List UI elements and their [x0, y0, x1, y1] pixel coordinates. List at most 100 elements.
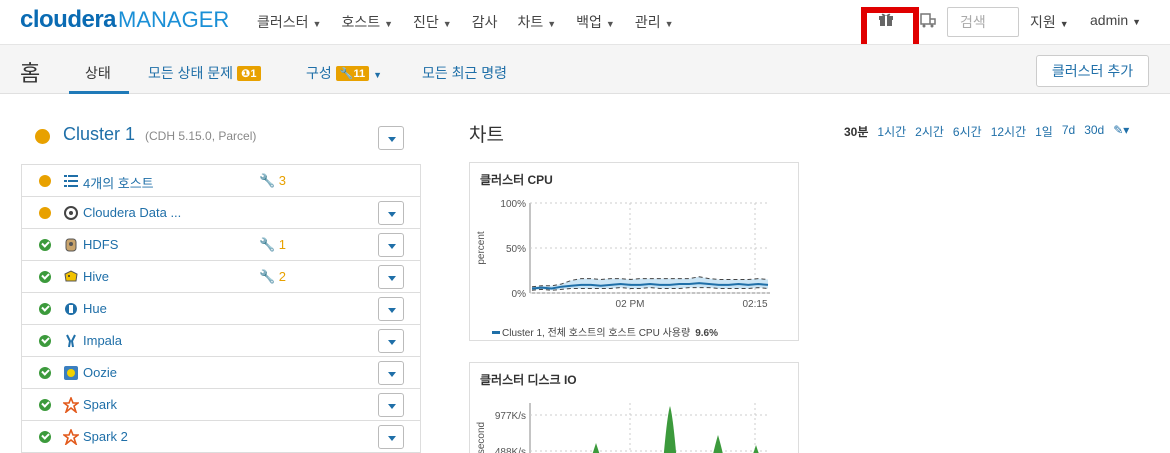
- legend-swatch: [492, 331, 500, 334]
- status-warning-icon: [39, 207, 51, 219]
- menu-label: 백업: [576, 14, 602, 30]
- badge-count: 1: [250, 68, 257, 80]
- service-actions-dropdown[interactable]: [378, 265, 404, 289]
- add-cluster-button[interactable]: 클러스터 추가: [1036, 55, 1149, 87]
- service-actions-dropdown[interactable]: [378, 329, 404, 353]
- service-name-link[interactable]: Hue: [83, 301, 107, 316]
- service-actions-dropdown[interactable]: [378, 425, 404, 449]
- time-range-link[interactable]: 1시간: [877, 123, 906, 140]
- tab-all-health-issues[interactable]: 모든 상태 문제 ❶1: [148, 63, 261, 83]
- y-tick-label: 977K/s: [495, 411, 526, 422]
- service-name-link[interactable]: Spark: [83, 397, 117, 412]
- wrench-icon: 🔧: [259, 269, 276, 284]
- oozie-icon: [64, 366, 78, 380]
- search-input[interactable]: [947, 7, 1019, 37]
- status-ok-icon: [39, 399, 51, 411]
- gift-icon[interactable]: [878, 11, 894, 27]
- page-header: 홈 상태 모든 상태 문제 ❶1 구성 🔧11 ▼ 모든 최근 명령 클러스터 추가: [0, 44, 1170, 94]
- cpu-chart-plot: 100% 50% 0% percent 02 PM 02:15: [476, 199, 770, 310]
- status-ok-icon: [39, 431, 51, 443]
- caret-down-icon: ▼: [1059, 19, 1069, 29]
- brand-name: cloudera: [20, 6, 117, 33]
- hdfs-icon: [65, 238, 77, 252]
- cluster-actions-dropdown[interactable]: [378, 126, 404, 150]
- edit-pencil-icon[interactable]: ✎▾: [1113, 123, 1129, 140]
- issues-badge: ❶1: [237, 66, 261, 81]
- y-tick-label: 488K/s: [495, 447, 526, 453]
- menu-charts[interactable]: 차트 ▼: [517, 12, 556, 32]
- cluster-cpu-chart[interactable]: 클러스터 CPU 100% 50% 0% percent 02 PM 02:15 Clus…: [469, 162, 799, 341]
- config-issues-indicator[interactable]: 🔧 1: [259, 237, 286, 253]
- menu-label: 감사: [471, 14, 498, 30]
- caret-down-icon: ▼: [1132, 17, 1142, 27]
- service-name-link[interactable]: HDFS: [83, 237, 118, 252]
- menu-hosts[interactable]: 호스트 ▼: [341, 12, 393, 32]
- service-name-link[interactable]: Spark 2: [83, 429, 128, 444]
- service-row: 4개의 호스트 🔧 3: [22, 165, 420, 197]
- time-range-link[interactable]: 30d: [1084, 123, 1104, 140]
- menu-label: 호스트: [341, 14, 381, 30]
- time-range-link[interactable]: 7d: [1062, 123, 1075, 140]
- tab-label: 구성: [306, 65, 332, 81]
- menu-label: 클러스터: [257, 14, 309, 30]
- x-tick-label: 02 PM: [616, 299, 645, 310]
- top-navbar: clouderaMANAGER 클러스터 ▼ 호스트 ▼ 진단 ▼ 감사 차트 ▼ 백업…: [0, 0, 1170, 58]
- support-menu[interactable]: 지원 ▼: [1030, 12, 1069, 32]
- service-name-link[interactable]: Oozie: [83, 365, 117, 380]
- time-range-link[interactable]: 2시간: [915, 123, 944, 140]
- menu-administration[interactable]: 관리 ▼: [635, 12, 674, 32]
- cluster-disk-io-chart[interactable]: 클러스터 디스크 IO 977K/s 488K/s second: [469, 362, 799, 453]
- menu-clusters[interactable]: 클러스터 ▼: [257, 12, 321, 32]
- service-actions-dropdown[interactable]: [378, 297, 404, 321]
- wrench-icon: 🔧: [259, 173, 276, 188]
- service-actions-dropdown[interactable]: [378, 233, 404, 257]
- cloudera-manager-logo[interactable]: clouderaMANAGER: [20, 6, 229, 34]
- status-warning-icon: [39, 175, 51, 187]
- config-issues-indicator[interactable]: 🔧 2: [259, 269, 286, 285]
- service-name-link[interactable]: Impala: [83, 333, 122, 348]
- time-range-link[interactable]: 6시간: [953, 123, 982, 140]
- tab-configuration[interactable]: 구성 🔧11 ▼: [306, 63, 382, 83]
- config-issues-indicator[interactable]: 🔧 3: [259, 173, 286, 189]
- cluster-version: (CDH 5.15.0, Parcel): [145, 129, 257, 143]
- chart-legend: Cluster 1, 전체 호스트의 호스트 CPU 사용량 9.6%: [492, 324, 718, 339]
- status-ok-icon: [39, 335, 51, 347]
- legend-label: Cluster 1, 전체 호스트의 호스트 CPU 사용량: [502, 328, 691, 339]
- time-range-selector: 30분 1시간 2시간 6시간 12시간 1일 7d 30d ✎▾: [844, 123, 1129, 140]
- tab-status[interactable]: 상태: [85, 63, 111, 83]
- hive-icon: [64, 270, 78, 282]
- service-row: HDFS 🔧 1: [22, 229, 420, 261]
- charts-title: 차트: [469, 125, 504, 146]
- parcel-icon[interactable]: [919, 11, 937, 29]
- service-name-link[interactable]: Cloudera Data ...: [83, 205, 181, 220]
- status-ok-icon: [39, 367, 51, 379]
- page-title: 홈: [20, 61, 41, 86]
- menu-backup[interactable]: 백업 ▼: [576, 12, 615, 32]
- menu-audits[interactable]: 감사: [472, 12, 498, 32]
- spark-icon: [63, 429, 79, 445]
- menu-diagnostics[interactable]: 진단 ▼: [413, 12, 452, 32]
- config-badge: 🔧11: [335, 66, 370, 81]
- time-range-link[interactable]: 1일: [1035, 123, 1053, 140]
- time-range-link[interactable]: 30분: [844, 123, 868, 140]
- spark-icon: [63, 397, 79, 413]
- io-spike: [753, 445, 759, 453]
- service-row: Impala: [22, 325, 420, 357]
- time-range-link[interactable]: 12시간: [991, 123, 1026, 140]
- config-issues-count: 1: [275, 237, 287, 252]
- service-actions-dropdown[interactable]: [378, 201, 404, 225]
- service-row: Spark: [22, 389, 420, 421]
- badge-count: 11: [353, 68, 366, 80]
- service-name-link[interactable]: 4개의 호스트: [83, 173, 154, 192]
- cluster-name-link[interactable]: Cluster 1: [63, 124, 135, 145]
- tab-recent-commands[interactable]: 모든 최근 명령: [422, 63, 507, 83]
- cluster-header: Cluster 1 (CDH 5.15.0, Parcel): [20, 124, 405, 152]
- cloudera-data-icon: [64, 206, 78, 220]
- service-name-link[interactable]: Hive: [83, 269, 109, 284]
- service-actions-dropdown[interactable]: [378, 361, 404, 385]
- service-actions-dropdown[interactable]: [378, 393, 404, 417]
- service-row: Spark 2: [22, 421, 420, 453]
- user-menu[interactable]: admin ▼: [1090, 12, 1141, 28]
- service-row: Oozie: [22, 357, 420, 389]
- caret-down-icon: ▼: [384, 19, 394, 29]
